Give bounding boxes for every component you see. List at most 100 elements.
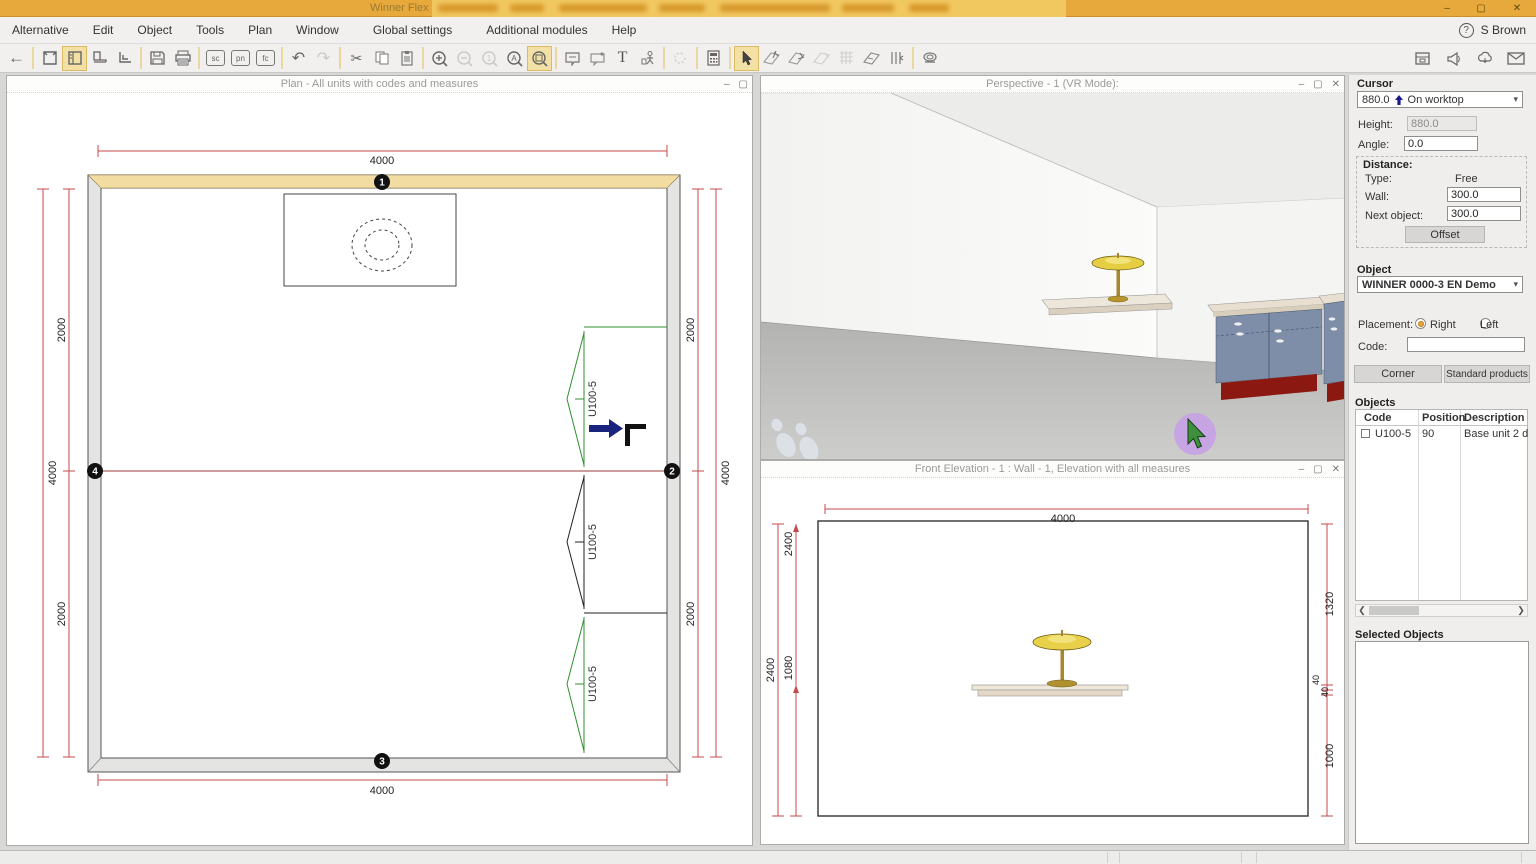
corner-view-icon[interactable] <box>112 46 137 71</box>
note-icon[interactable] <box>560 46 585 71</box>
catalog-dropdown[interactable]: WINNER 0000-3 EN Demo ▾ <box>1357 276 1523 293</box>
print-icon[interactable] <box>170 46 195 71</box>
placement-left-label[interactable]: Left <box>1480 319 1498 331</box>
plan-unit-3-label: U100-5 <box>587 666 599 702</box>
elevation-close-icon[interactable]: ✕ <box>1332 462 1340 477</box>
perspective-minimize-icon[interactable]: – <box>1299 77 1305 92</box>
elevation-minimize-icon[interactable]: – <box>1299 462 1305 477</box>
plan-canvas[interactable]: 4000 4000 4000 2000 2000 2000 2000 4000 <box>7 93 752 845</box>
measure-figure-icon[interactable] <box>635 46 660 71</box>
scroll-thumb[interactable] <box>1369 606 1419 615</box>
menu-alternative[interactable]: Alternative <box>0 23 81 37</box>
menu-help[interactable]: Help <box>600 23 649 37</box>
perspective-maximize-icon[interactable]: ▢ <box>1313 77 1322 92</box>
object-section-title: Object <box>1357 264 1391 276</box>
plan-window: Plan - All units with codes and measures… <box>6 75 753 846</box>
properties-sidebar: Cursor 880.0 On worktop ▾ Height: Angle:… <box>1348 75 1536 850</box>
perspective-canvas[interactable] <box>761 93 1344 459</box>
elevation-maximize-icon[interactable]: ▢ <box>1313 462 1322 477</box>
copy-icon[interactable] <box>369 46 394 71</box>
window-maximize-button[interactable]: ▢ <box>1468 1 1494 16</box>
vr-cursor[interactable] <box>1174 413 1216 455</box>
code-field[interactable] <box>1407 337 1525 352</box>
elevation-canvas[interactable]: 4000 2400 2400 1080 1320 40 40 1000 <box>761 478 1344 844</box>
menu-tools[interactable]: Tools <box>184 23 236 37</box>
zoom-window-icon[interactable] <box>527 46 552 71</box>
zoom-out-icon[interactable] <box>452 46 477 71</box>
pointer-tool-icon[interactable] <box>734 46 759 71</box>
angle-field[interactable] <box>1404 136 1478 151</box>
pn-tool-button[interactable]: pn <box>228 46 253 71</box>
scroll-left-icon[interactable]: ❮ <box>1356 605 1368 616</box>
zoom-all-icon[interactable]: A <box>502 46 527 71</box>
save-icon[interactable] <box>145 46 170 71</box>
menu-window[interactable]: Window <box>284 23 351 37</box>
distance-type-value: Free <box>1455 173 1478 185</box>
room-3d[interactable] <box>761 93 1344 459</box>
grid-tool-icon[interactable] <box>834 46 859 71</box>
objects-hscrollbar[interactable]: ❮ ❯ <box>1355 604 1528 617</box>
sc-tool-button[interactable]: sc <box>203 46 228 71</box>
undo-icon[interactable]: ↶ <box>286 46 311 71</box>
scroll-right-icon[interactable]: ❯ <box>1515 605 1527 616</box>
redo-icon[interactable]: ↷ <box>311 46 336 71</box>
text-tool-icon[interactable]: T <box>610 46 635 71</box>
menu-plan[interactable]: Plan <box>236 23 284 37</box>
window-minimize-button[interactable]: – <box>1434 1 1460 16</box>
perspective-window: Perspective - 1 (VR Mode): – ▢ ✕ <box>760 75 1345 460</box>
menu-global-settings[interactable]: Global settings <box>361 23 464 37</box>
standard-products-button[interactable]: Standard products <box>1444 365 1530 383</box>
paste-icon[interactable] <box>394 46 419 71</box>
comment-icon[interactable] <box>585 46 610 71</box>
plan-worktop-lamp[interactable] <box>284 194 456 286</box>
fc-tool-button[interactable]: fc <box>253 46 278 71</box>
rotate-icon[interactable] <box>668 46 693 71</box>
menu-edit[interactable]: Edit <box>81 23 126 37</box>
objects-table[interactable]: Code Position Description U100-5 90 Base… <box>1355 409 1528 601</box>
placement-right-radio[interactable] <box>1415 318 1426 329</box>
zoom-in-icon[interactable] <box>427 46 452 71</box>
corner-button[interactable]: Corner <box>1354 365 1442 383</box>
perspective-view-icon[interactable] <box>87 46 112 71</box>
selected-objects-list[interactable] <box>1355 641 1529 844</box>
roof-tool-icon[interactable] <box>859 46 884 71</box>
cut-icon[interactable]: ✂ <box>344 46 369 71</box>
plan-window-titlebar[interactable]: Plan - All units with codes and measures… <box>7 76 752 93</box>
menu-object[interactable]: Object <box>125 23 184 37</box>
offset-button[interactable]: Offset <box>1405 226 1485 243</box>
light-tool-icon[interactable] <box>917 46 942 71</box>
app-titlebar: Winner Flex – ▢ ✕ <box>0 0 1536 17</box>
distance-wall-field[interactable] <box>1447 187 1521 202</box>
wall-tool-2-icon[interactable] <box>784 46 809 71</box>
elevation-worktop[interactable] <box>972 685 1128 696</box>
cursor-mode-dropdown[interactable]: 880.0 On worktop ▾ <box>1357 91 1523 108</box>
wall-marker-4: 4 <box>92 467 98 478</box>
wall-tool-3-icon[interactable] <box>809 46 834 71</box>
calculator-icon[interactable] <box>701 46 726 71</box>
megaphone-icon[interactable] <box>1441 46 1466 71</box>
wall-tool-1-icon[interactable] <box>759 46 784 71</box>
plan-view-icon[interactable] <box>37 46 62 71</box>
user-name[interactable]: S Brown <box>1481 23 1526 37</box>
placement-right-label[interactable]: Right <box>1430 319 1456 331</box>
elevation-window-titlebar[interactable]: Front Elevation - 1 : Wall - 1, Elevatio… <box>761 461 1344 478</box>
back-arrow-button[interactable]: ← <box>4 46 29 71</box>
perspective-window-titlebar[interactable]: Perspective - 1 (VR Mode): – ▢ ✕ <box>761 76 1344 93</box>
spacing-tool-icon[interactable] <box>884 46 909 71</box>
archive-box-icon[interactable] <box>1410 46 1435 71</box>
cursor-section-title: Cursor <box>1357 78 1393 90</box>
window-close-button[interactable]: ✕ <box>1504 1 1530 16</box>
perspective-close-icon[interactable]: ✕ <box>1332 77 1340 92</box>
plan-maximize-icon[interactable]: ▢ <box>739 77 748 92</box>
help-icon[interactable]: ? <box>1459 23 1474 38</box>
objects-table-row[interactable]: U100-5 90 Base unit 2 drawe <box>1356 426 1527 442</box>
menu-additional-modules[interactable]: Additional modules <box>474 23 599 37</box>
cloud-icon[interactable] <box>1472 46 1497 71</box>
zoom-100-icon[interactable]: 1 <box>477 46 502 71</box>
mail-icon[interactable] <box>1503 46 1528 71</box>
next-object-field[interactable] <box>1447 206 1521 221</box>
app-title: Winner Flex <box>370 2 429 14</box>
plan-minimize-icon[interactable]: – <box>724 77 730 92</box>
wall-elevation-icon[interactable] <box>62 46 87 71</box>
row-checkbox[interactable] <box>1361 429 1370 438</box>
